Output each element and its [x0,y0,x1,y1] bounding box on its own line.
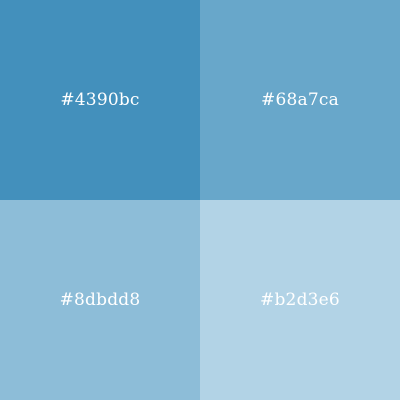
swatch-hex-label: #4390bc [60,90,140,110]
color-swatch-4: #b2d3e6 [200,200,400,400]
color-palette-grid: #4390bc #68a7ca #8dbdd8 #b2d3e6 [0,0,400,400]
swatch-hex-label: #b2d3e6 [260,290,340,310]
color-swatch-2: #68a7ca [200,0,400,200]
color-swatch-1: #4390bc [0,0,200,200]
color-swatch-3: #8dbdd8 [0,200,200,400]
swatch-hex-label: #68a7ca [261,90,339,110]
swatch-hex-label: #8dbdd8 [59,290,141,310]
